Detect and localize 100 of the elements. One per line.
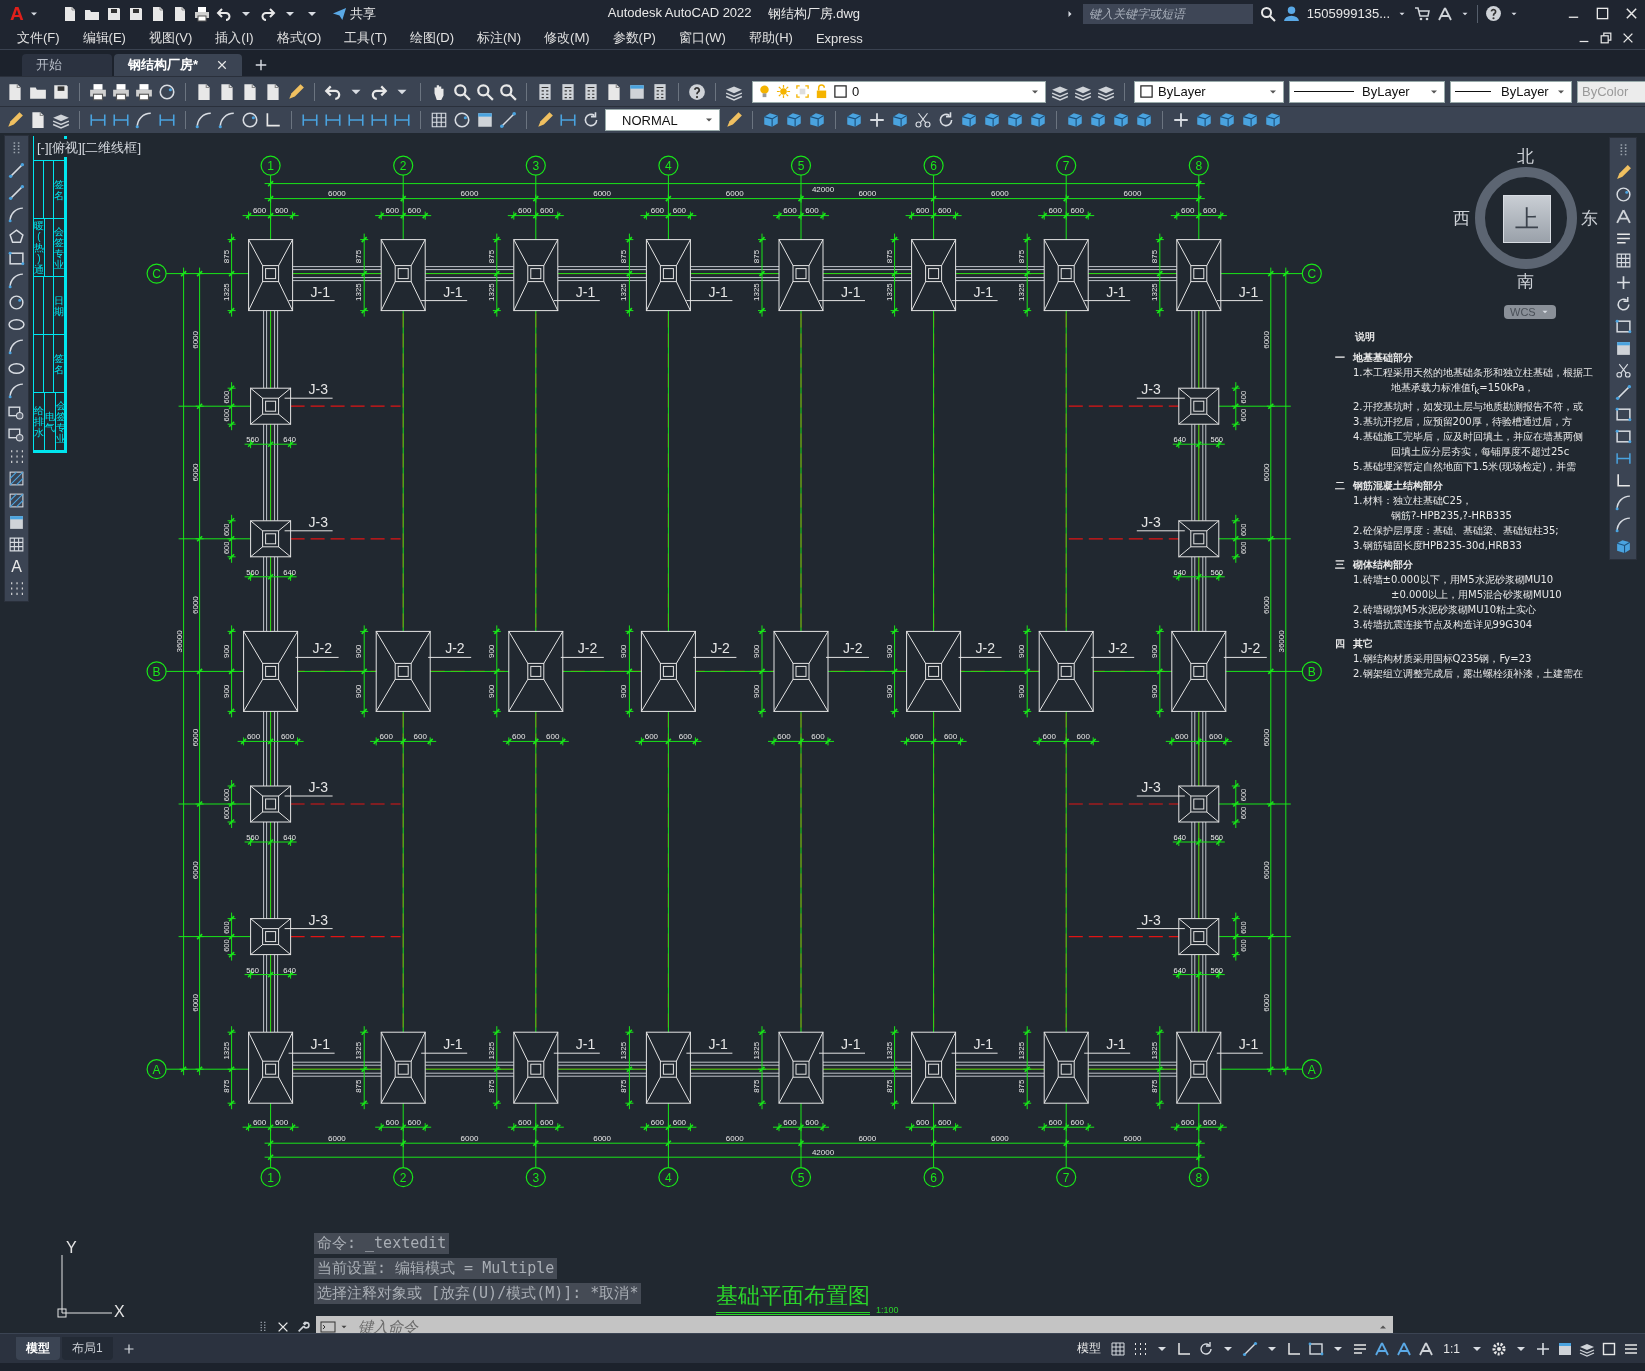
dimension-text: 1325 xyxy=(1017,1041,1027,1060)
menu-item[interactable]: Express xyxy=(815,30,875,46)
annotation-scale-button[interactable]: 1:1 xyxy=(1440,1339,1463,1358)
dimension-text: 900 xyxy=(752,684,761,699)
menu-item[interactable]: 文件(F) xyxy=(17,29,72,47)
dimension-text: 600 xyxy=(672,1118,687,1128)
dimension-text: 875 xyxy=(1017,249,1027,264)
section-number: 三 xyxy=(1335,558,1345,572)
compass-label[interactable]: 南 xyxy=(1517,270,1534,293)
footing-label: J-2 xyxy=(1108,640,1128,657)
footing-label: J-1 xyxy=(973,1036,994,1053)
user-name[interactable]: 1505999135... xyxy=(1306,6,1390,21)
dimension-text: 6000 xyxy=(1261,728,1271,747)
footing-label: J-3 xyxy=(308,911,329,928)
menu-item[interactable]: 视图(V) xyxy=(148,29,205,47)
document-tab[interactable]: 开始 xyxy=(22,54,112,76)
layout-tab[interactable]: 布局1 xyxy=(62,1337,113,1360)
viewport-label[interactable]: [-][俯视][二维线框] xyxy=(35,139,143,157)
menu-item[interactable]: 修改(M) xyxy=(544,29,602,47)
dimension-text: 600 xyxy=(1048,205,1062,215)
lineweight-dropdown[interactable]: ByLayer xyxy=(1450,80,1572,103)
dimension-text: 600 xyxy=(1181,205,1195,215)
dimension-text: 600 xyxy=(1076,732,1090,742)
section-title: 砌体结构部分 xyxy=(1353,558,1413,572)
dimension-text: 875 xyxy=(221,1079,231,1093)
menu-item[interactable]: 窗口(W) xyxy=(678,29,738,47)
dimension-text: 600 xyxy=(805,1118,819,1128)
layout-tab[interactable]: 模型 xyxy=(16,1337,60,1360)
dimension-text: 900 xyxy=(221,644,231,659)
note-text: 地基承载力标准值f$_{k}$=150kPa， xyxy=(1390,381,1536,398)
search-field[interactable]: 键入关键字或短语 xyxy=(1082,3,1253,24)
dimension-text: 600 xyxy=(811,732,825,742)
dimension-text: 900 xyxy=(619,644,629,659)
dimension-text: 600 xyxy=(280,732,295,742)
menu-item[interactable]: 绘图(D) xyxy=(409,29,466,47)
section-title: 钢筋混凝土结构部分 xyxy=(1353,479,1443,493)
dimension-text: 600 xyxy=(1048,1118,1062,1128)
dimension-text: 36000 xyxy=(174,630,184,653)
compass-label[interactable]: 东 xyxy=(1581,207,1598,230)
dimension-text: 6000 xyxy=(1261,331,1271,349)
dimension-text: 875 xyxy=(884,1079,894,1093)
dimension-text: 600 xyxy=(783,1118,797,1128)
axis-bubble: 1 xyxy=(260,1167,281,1188)
notes-title: 说明 xyxy=(1354,330,1376,344)
dimension-text: 600 xyxy=(650,1118,665,1128)
axis-bubble: 7 xyxy=(1056,1167,1077,1188)
axis-bubble: 1 xyxy=(260,155,281,176)
axis-bubble: 6 xyxy=(923,155,944,176)
footing-label: J-2 xyxy=(843,640,863,657)
axis-bubble: C xyxy=(146,263,167,284)
menu-item[interactable]: 标注(N) xyxy=(477,29,534,47)
layer-dropdown[interactable]: 0 xyxy=(752,80,1046,103)
dimension-text: 600 xyxy=(678,732,693,742)
dimension-text: 6000 xyxy=(190,596,200,614)
axis-bubble: 4 xyxy=(658,155,679,176)
title-block-text: 日期 xyxy=(54,294,64,317)
menu-item[interactable]: 工具(T) xyxy=(344,29,399,47)
menu-item[interactable]: 格式(O) xyxy=(276,29,334,47)
footing-label: J-2 xyxy=(975,640,996,657)
footing-label: J-1 xyxy=(708,1036,728,1053)
footing-label: J-3 xyxy=(1141,513,1161,530)
axis-letter: Y xyxy=(66,1239,77,1257)
view-cube-face[interactable]: 上 xyxy=(1503,195,1551,243)
compass-label[interactable]: 西 xyxy=(1453,207,1470,230)
dimension-text: 6000 xyxy=(725,1134,744,1144)
dimension-text: 6000 xyxy=(1261,463,1271,482)
footing-label: J-3 xyxy=(1141,911,1161,928)
dimension-text: 875 xyxy=(1149,249,1159,264)
dimension-text: 1325 xyxy=(486,1041,496,1060)
color-dropdown[interactable]: ByLayer xyxy=(1134,80,1284,103)
share-button[interactable]: 共享 xyxy=(329,4,378,23)
dimension-text: 900 xyxy=(884,684,894,699)
dimension-text: 600 xyxy=(909,732,924,742)
axis-bubble: 6 xyxy=(923,1167,944,1188)
footing-label: J-2 xyxy=(312,640,333,657)
note-text: 3.钢筋锚固长度HPB235-30d,HRB33 xyxy=(1352,539,1523,553)
title-block-text: 给排水 xyxy=(34,405,44,438)
text-tool[interactable]: A xyxy=(11,558,22,575)
document-tab[interactable]: 钢结构厂房* xyxy=(114,54,242,76)
linetype-dropdown[interactable]: ByLayer xyxy=(1289,80,1445,103)
menu-item[interactable]: 插入(I) xyxy=(215,29,266,47)
dimension-text: 1325 xyxy=(884,283,894,301)
note-text: 4.基础施工完毕后，应及时回填土，并应在墙基两侧 xyxy=(1352,430,1584,444)
dimension-text: 6000 xyxy=(460,1134,479,1144)
footing-label: J-1 xyxy=(1238,1036,1259,1053)
section-title: 地基基础部分 xyxy=(1353,351,1413,365)
dimension-text: 900 xyxy=(1017,644,1027,659)
footing-label: J-2 xyxy=(577,640,598,657)
menu-item[interactable]: 编辑(E) xyxy=(82,29,138,47)
dimension-text: 600 xyxy=(805,205,819,215)
menu-item[interactable]: 帮助(H) xyxy=(748,29,805,47)
dimension-text: 600 xyxy=(518,1118,532,1128)
dimension-text: 42000 xyxy=(811,184,835,194)
model-space-button[interactable]: 模型 xyxy=(1074,1338,1105,1359)
menu-item[interactable]: 参数(P) xyxy=(612,29,668,47)
dimension-style-dropdown[interactable]: NORMAL xyxy=(605,109,720,131)
axis-bubble: 3 xyxy=(525,155,546,176)
dimension-text: 1325 xyxy=(1017,283,1027,301)
compass-label[interactable]: 北 xyxy=(1517,145,1534,168)
dimension-text: 900 xyxy=(619,684,629,699)
